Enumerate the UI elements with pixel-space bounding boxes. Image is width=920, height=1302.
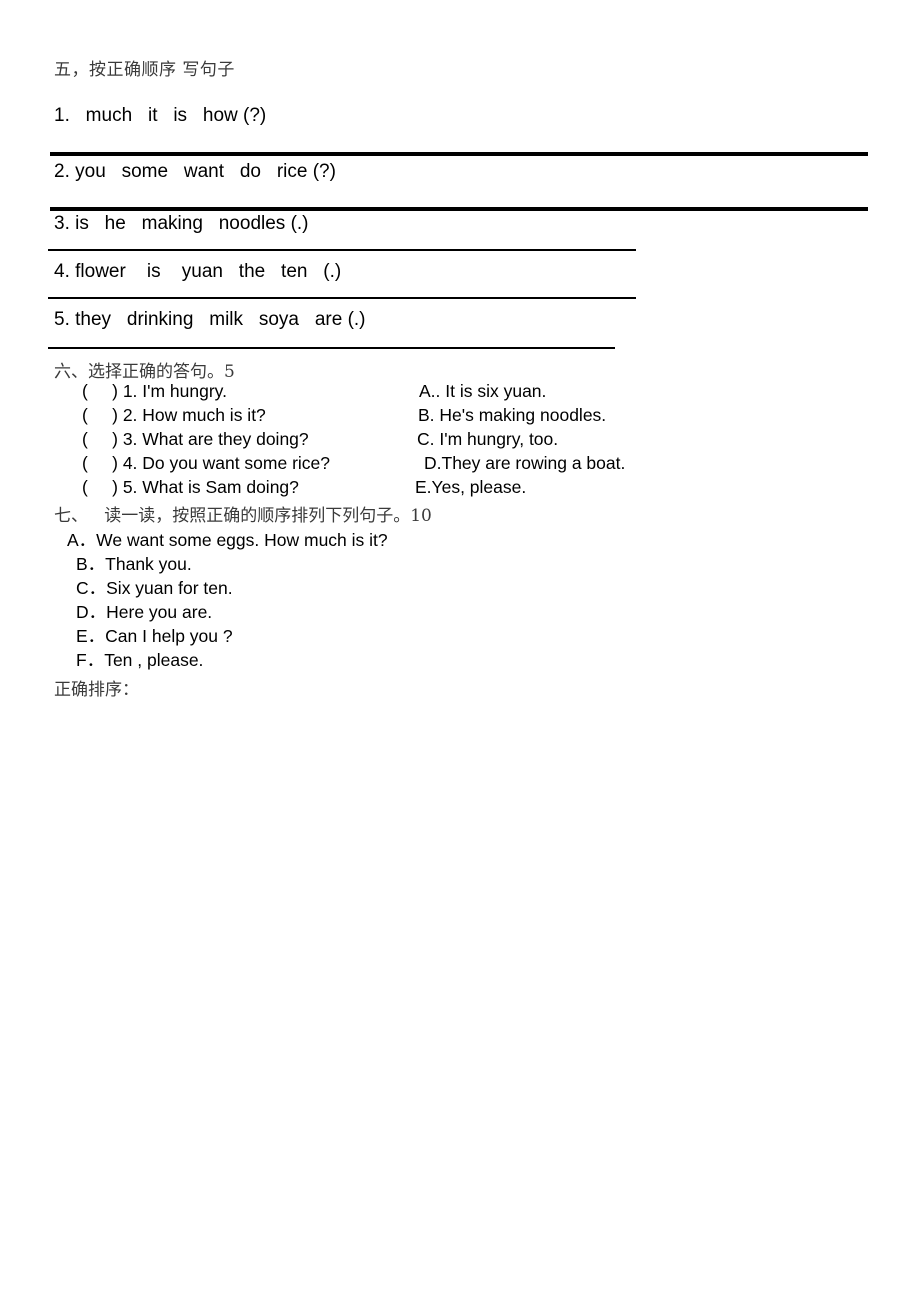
- answer-rule-2: [50, 207, 868, 211]
- ordering-item: A．We want some eggs. How much is it?: [67, 530, 388, 550]
- section-5-question-4: 4. flower is yuan the ten (.): [54, 261, 342, 282]
- section-6-matching-list: ( ) 1. I'm hungry. A.. It is six yuan. (…: [0, 381, 920, 501]
- matching-row: ( ) 5. What is Sam doing? E.Yes, please.: [0, 477, 920, 501]
- section-7-heading: 七、 读一读，按照正确的顺序排列下列句子。10: [54, 506, 432, 526]
- worksheet-page: 五，按正确顺序 写句子 1. much it is how (?) 2. you…: [0, 0, 920, 1302]
- ordering-item: F．Ten , please.: [76, 650, 204, 670]
- matching-row: ( ) 2. How much is it? B. He's making no…: [0, 405, 920, 429]
- matching-option: E.Yes, please.: [415, 477, 527, 497]
- section-5-question-3: 3. is he making noodles (.): [54, 213, 309, 234]
- answer-rule-3: [48, 249, 636, 251]
- matching-option: C. I'm hungry, too.: [417, 429, 559, 449]
- matching-option: D.They are rowing a boat.: [424, 453, 626, 473]
- ordering-item: D．Here you are.: [76, 602, 213, 622]
- answer-rule-1: [50, 152, 868, 156]
- section-6-heading: 六、选择正确的答句。5: [54, 362, 235, 382]
- ordering-row: E．Can I help you ?: [0, 623, 920, 647]
- matching-prompt[interactable]: ( ) 4. Do you want some rice?: [82, 453, 330, 474]
- ordering-row: B．Thank you.: [0, 551, 920, 575]
- ordering-row: F．Ten , please.: [0, 647, 920, 671]
- matching-prompt[interactable]: ( ) 3. What are they doing?: [82, 429, 309, 450]
- section-5-heading: 五，按正确顺序 写句子: [54, 60, 235, 80]
- section-7-answer-label[interactable]: 正确排序：: [54, 675, 139, 700]
- answer-rule-5: [48, 347, 615, 349]
- section-5-question-1: 1. much it is how (?): [54, 105, 267, 126]
- matching-row: ( ) 1. I'm hungry. A.. It is six yuan.: [0, 381, 920, 405]
- matching-row: ( ) 3. What are they doing? C. I'm hungr…: [0, 429, 920, 453]
- ordering-row: D．Here you are.: [0, 599, 920, 623]
- ordering-row: C．Six yuan for ten.: [0, 575, 920, 599]
- matching-option: B. He's making noodles.: [418, 405, 607, 425]
- ordering-item: E．Can I help you ?: [76, 626, 233, 646]
- matching-option: A.. It is six yuan.: [419, 381, 547, 401]
- section-5-question-2: 2. you some want do rice (?): [54, 161, 336, 182]
- section-7-ordering-list: A．We want some eggs. How much is it? B．T…: [0, 527, 920, 671]
- matching-prompt[interactable]: ( ) 1. I'm hungry.: [82, 381, 227, 402]
- matching-prompt[interactable]: ( ) 2. How much is it?: [82, 405, 266, 426]
- ordering-row: A．We want some eggs. How much is it?: [0, 527, 920, 551]
- answer-rule-4: [48, 297, 636, 299]
- matching-prompt[interactable]: ( ) 5. What is Sam doing?: [82, 477, 299, 498]
- matching-row: ( ) 4. Do you want some rice? D.They are…: [0, 453, 920, 477]
- ordering-item: C．Six yuan for ten.: [76, 578, 233, 598]
- ordering-item: B．Thank you.: [76, 554, 192, 574]
- section-5-question-5: 5. they drinking milk soya are (.): [54, 309, 366, 330]
